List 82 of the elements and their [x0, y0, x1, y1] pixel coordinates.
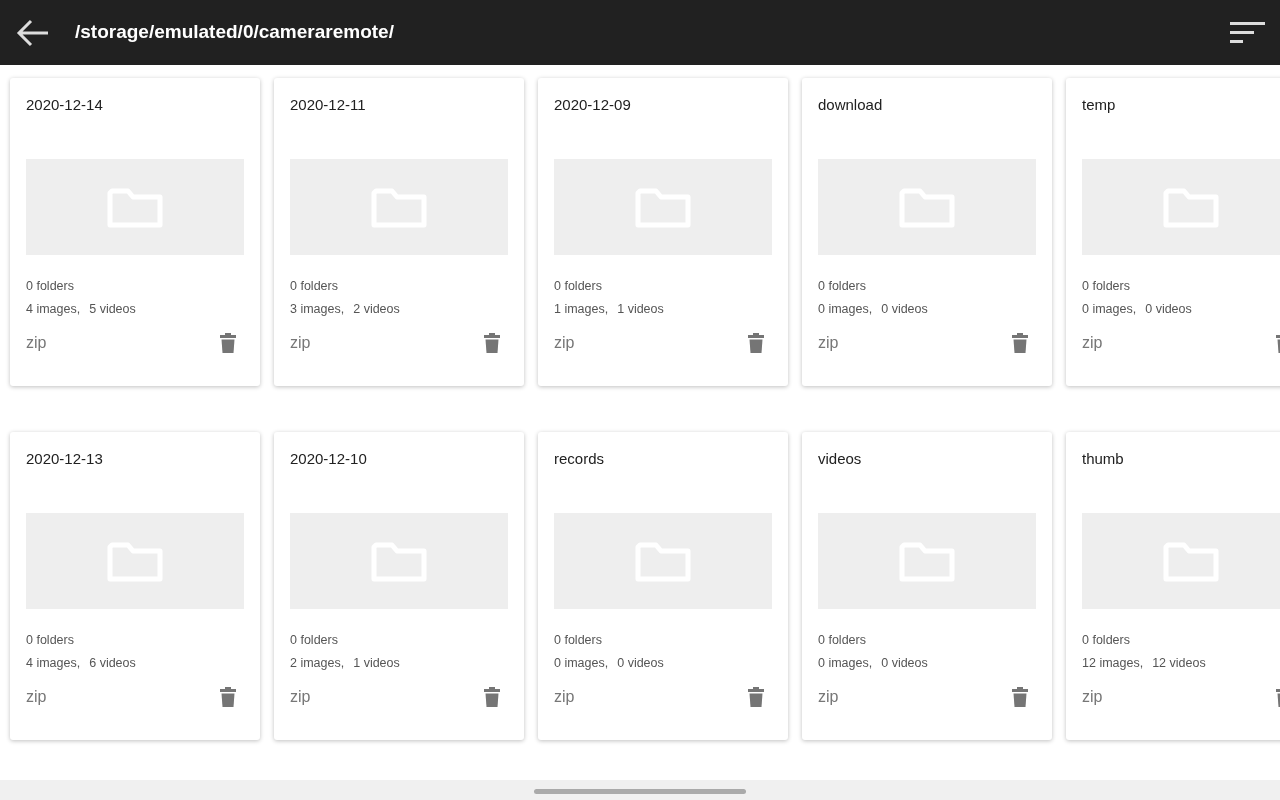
image-count: 3 images, [290, 301, 345, 317]
folder-name: 2020-12-10 [290, 449, 367, 469]
video-count: 0 videos [617, 655, 664, 671]
video-count: 0 videos [881, 655, 928, 671]
zip-button[interactable]: zip [554, 687, 575, 707]
folder-card[interactable]: download 0 folders 0 images, 0 videos zip [802, 78, 1052, 386]
image-count: 0 images, [818, 301, 873, 317]
folder-name: download [818, 95, 883, 115]
video-count: 0 videos [881, 301, 928, 317]
video-count: 1 videos [353, 655, 400, 671]
trash-icon [219, 332, 237, 354]
folder-name: thumb [1082, 449, 1124, 469]
zip-button[interactable]: zip [290, 333, 311, 353]
folder-count: 0 folders [1082, 632, 1130, 648]
delete-button[interactable] [1011, 686, 1029, 708]
video-count: 1 videos [617, 301, 664, 317]
image-count: 2 images, [290, 655, 345, 671]
delete-button[interactable] [219, 332, 237, 354]
scrollbar-thumb[interactable] [534, 788, 746, 794]
folder-name: temp [1082, 95, 1116, 115]
delete-button[interactable] [1011, 332, 1029, 354]
image-count: 12 images, [1082, 655, 1144, 671]
trash-icon [747, 332, 765, 354]
zip-button[interactable]: zip [290, 687, 311, 707]
image-count: 4 images, [26, 655, 81, 671]
folder-card[interactable]: 2020-12-10 0 folders 2 images, 1 videos zip [274, 432, 524, 740]
zip-button[interactable]: zip [26, 333, 47, 353]
folder-name: 2020-12-13 [26, 449, 103, 469]
folder-card[interactable]: 2020-12-14 0 folders 4 images, 5 videos zip [10, 78, 260, 386]
video-count: 6 videos [89, 655, 136, 671]
sort-icon [1230, 20, 1266, 45]
folder-count: 0 folders [26, 632, 74, 648]
image-count: 1 images, [554, 301, 609, 317]
back-button[interactable] [16, 18, 50, 47]
image-count: 0 images, [818, 655, 873, 671]
video-count: 5 videos [89, 301, 136, 317]
delete-button[interactable] [483, 686, 501, 708]
folder-name: 2020-12-09 [554, 95, 631, 115]
folder-name: records [554, 449, 605, 469]
zip-button[interactable]: zip [1082, 687, 1103, 707]
folder-card[interactable]: 2020-12-13 0 folders 4 images, 6 videos zip [10, 432, 260, 740]
folder-count: 0 folders [26, 278, 74, 294]
delete-button[interactable] [747, 332, 765, 354]
folder-path: /storage/emulated/0/cameraremote/ [75, 20, 394, 45]
trash-icon [747, 686, 765, 708]
delete-button[interactable] [219, 686, 237, 708]
zip-button[interactable]: zip [26, 687, 47, 707]
folder-count: 0 folders [554, 632, 602, 648]
video-count: 12 videos [1152, 655, 1206, 671]
image-count: 0 images, [1082, 301, 1137, 317]
sort-button[interactable] [1230, 20, 1266, 45]
folder-card[interactable]: thumb 0 folders 12 images, 12 videos zip [1066, 432, 1280, 740]
zip-button[interactable]: zip [818, 333, 839, 353]
folder-card[interactable]: videos 0 folders 0 images, 0 videos zip [802, 432, 1052, 740]
folder-name: 2020-12-14 [26, 95, 103, 115]
trash-icon [219, 686, 237, 708]
delete-button[interactable] [747, 686, 765, 708]
folder-card[interactable]: 2020-12-09 0 folders 1 images, 1 videos zip [538, 78, 788, 386]
video-count: 2 videos [353, 301, 400, 317]
trash-icon [1011, 332, 1029, 354]
folder-count: 0 folders [290, 632, 338, 648]
folder-card[interactable]: 2020-12-11 0 folders 3 images, 2 videos zip [274, 78, 524, 386]
folder-count: 0 folders [818, 632, 866, 648]
folder-count: 0 folders [818, 278, 866, 294]
folder-count: 0 folders [554, 278, 602, 294]
folder-count: 0 folders [290, 278, 338, 294]
zip-button[interactable]: zip [554, 333, 575, 353]
image-count: 4 images, [26, 301, 81, 317]
delete-button[interactable] [483, 332, 501, 354]
trash-icon [1011, 686, 1029, 708]
image-count: 0 images, [554, 655, 609, 671]
folder-name: 2020-12-11 [290, 95, 366, 115]
folder-card[interactable]: temp 0 folders 0 images, 0 videos zip [1066, 78, 1280, 386]
folder-card[interactable]: records 0 folders 0 images, 0 videos zip [538, 432, 788, 740]
trash-icon [483, 686, 501, 708]
trash-icon [483, 332, 501, 354]
video-count: 0 videos [1145, 301, 1192, 317]
folder-count: 0 folders [1082, 278, 1130, 294]
zip-button[interactable]: zip [818, 687, 839, 707]
folder-name: videos [818, 449, 862, 469]
back-arrow-icon [16, 18, 50, 47]
zip-button[interactable]: zip [1082, 333, 1103, 353]
